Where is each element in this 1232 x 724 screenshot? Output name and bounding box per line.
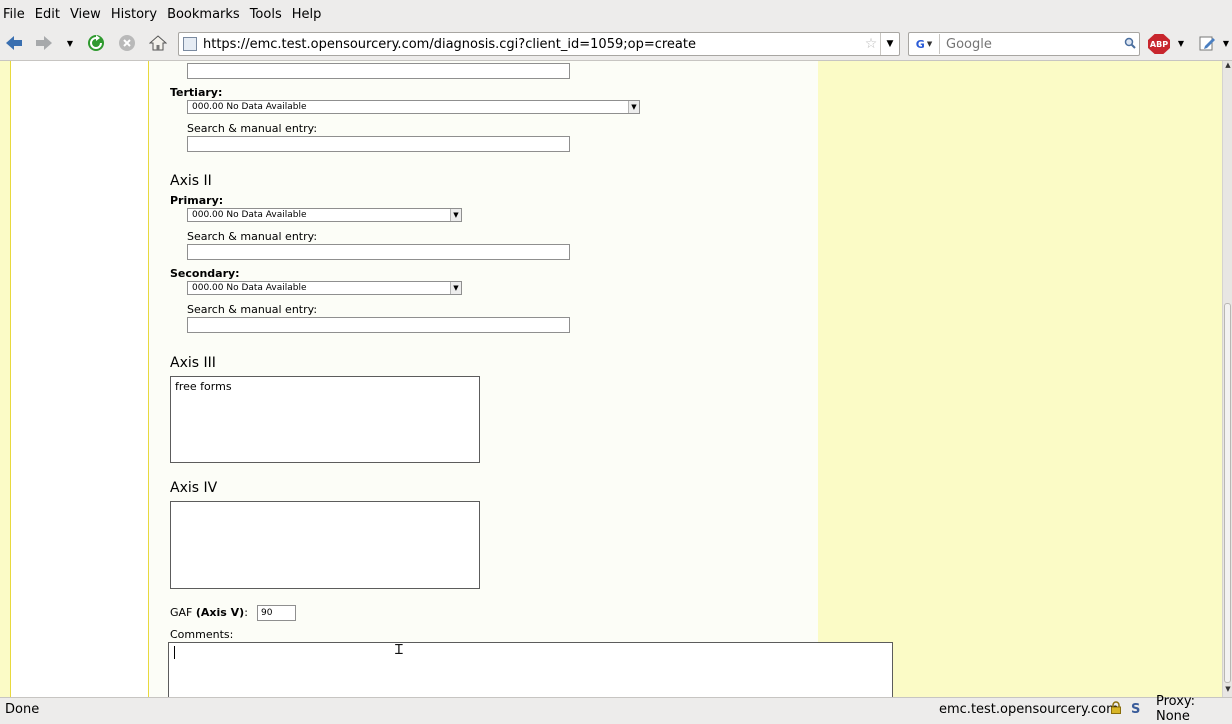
home-icon	[149, 35, 167, 51]
navigation-toolbar: ▼ https://emc.test.opensourcery.com/diag…	[0, 28, 1232, 61]
tertiary-select-value: 000.00 No Data Available	[192, 102, 307, 112]
chevron-down-icon: ▼	[450, 282, 461, 294]
back-button[interactable]	[3, 32, 25, 54]
scroll-up-arrow-icon[interactable]: ▲	[1223, 61, 1232, 73]
secondary-search-label: Search & manual entry:	[187, 303, 318, 316]
axis-iv-heading: Axis IV	[170, 480, 218, 496]
stop-icon	[119, 35, 135, 51]
status-host: emc.test.opensourcery.com	[939, 701, 1119, 717]
google-icon: G	[915, 37, 925, 51]
form-area: Tertiary: 000.00 No Data Available ▼ Sea…	[148, 61, 818, 697]
home-button[interactable]	[147, 32, 169, 54]
tertiary-label: Tertiary:	[170, 86, 223, 99]
status-bar: Done emc.test.opensourcery.com S Proxy: …	[0, 694, 1232, 724]
reload-icon	[88, 35, 104, 51]
menu-edit[interactable]: Edit	[31, 7, 66, 22]
page-viewport: Tertiary: 000.00 No Data Available ▼ Sea…	[0, 61, 1222, 697]
secondary-search-input[interactable]	[187, 317, 570, 333]
tertiary-search-input[interactable]	[187, 136, 570, 152]
status-text: Done	[5, 701, 40, 717]
primary-label: Primary:	[170, 194, 224, 207]
address-bar[interactable]: https://emc.test.opensourcery.com/diagno…	[178, 32, 900, 56]
search-bar[interactable]: G ▼	[908, 32, 1140, 56]
menu-help[interactable]: Help	[288, 7, 328, 22]
axis-iii-textarea[interactable]: free forms	[170, 376, 480, 463]
menu-file[interactable]: File	[0, 7, 31, 22]
search-icon[interactable]	[1121, 37, 1139, 52]
gaf-colon: :	[244, 606, 248, 619]
lock-icon[interactable]	[1110, 701, 1122, 717]
url-text[interactable]: https://emc.test.opensourcery.com/diagno…	[203, 37, 862, 52]
search-input[interactable]	[940, 35, 1121, 53]
text-caret	[174, 646, 175, 659]
menu-tools[interactable]: Tools	[246, 7, 288, 22]
axis-ii-secondary-select[interactable]: 000.00 No Data Available ▼	[187, 281, 462, 295]
reload-button[interactable]	[85, 32, 107, 54]
chevron-down-icon: ▼	[886, 39, 894, 49]
axis-ii-primary-select[interactable]: 000.00 No Data Available ▼	[187, 208, 462, 222]
chevron-down-icon: ▼	[66, 38, 74, 48]
s-extension-icon[interactable]: S	[1131, 702, 1140, 717]
menu-history[interactable]: History	[107, 7, 163, 22]
chevron-down-icon: ▼	[926, 40, 933, 48]
comments-textarea[interactable]	[168, 642, 893, 697]
forward-arrow-icon	[36, 36, 52, 50]
menu-bookmarks[interactable]: Bookmarks	[163, 7, 246, 22]
forward-button[interactable]	[33, 32, 55, 54]
gaf-input[interactable]: 90	[257, 605, 296, 621]
secondary-label: Secondary:	[170, 267, 240, 280]
vertical-scrollbar[interactable]: ▲ ▼	[1222, 61, 1232, 697]
toolbar-overflow-button[interactable]: ▼	[1220, 32, 1232, 54]
chevron-down-icon: ▼	[1222, 38, 1230, 48]
gaf-label-text: GAF	[170, 606, 193, 619]
bookmark-star-icon[interactable]: ☆	[862, 36, 880, 52]
menu-bar: File Edit View History Bookmarks Tools H…	[0, 0, 1232, 28]
text-cursor-icon: Ɪ	[395, 642, 403, 658]
axis-iii-heading: Axis III	[170, 355, 216, 371]
axis-iv-textarea[interactable]	[170, 501, 480, 589]
tertiary-search-label: Search & manual entry:	[187, 122, 318, 135]
comments-label: Comments:	[170, 628, 234, 641]
gaf-axis-label: (Axis V)	[195, 606, 245, 619]
menu-view[interactable]: View	[66, 7, 107, 22]
chevron-down-icon: ▼	[628, 101, 639, 113]
chevron-down-icon: ▼	[1177, 38, 1185, 48]
secondary-select-value: 000.00 No Data Available	[192, 283, 307, 293]
stop-button[interactable]	[116, 32, 138, 54]
primary-search-input[interactable]	[187, 244, 570, 260]
edit-page-button[interactable]	[1196, 32, 1218, 54]
adblock-menu-button[interactable]: ▼	[1173, 32, 1189, 54]
adblock-icon[interactable]: ABP	[1148, 34, 1170, 54]
primary-select-value: 000.00 No Data Available	[192, 210, 307, 220]
site-identity-icon[interactable]	[183, 37, 197, 51]
primary-search-label: Search & manual entry:	[187, 230, 318, 243]
url-history-dropdown[interactable]: ▼	[880, 33, 899, 55]
gaf-label: GAF (Axis V):	[170, 606, 248, 619]
search-engine-selector[interactable]: G ▼	[909, 34, 940, 54]
scrollbar-thumb[interactable]	[1224, 303, 1231, 683]
axis-ii-heading: Axis II	[170, 173, 212, 189]
previous-search-input[interactable]	[187, 63, 570, 79]
content-panel: Tertiary: 000.00 No Data Available ▼ Sea…	[10, 61, 818, 697]
history-dropdown-button[interactable]: ▼	[60, 32, 80, 54]
pencil-icon	[1199, 36, 1215, 51]
back-arrow-icon	[6, 36, 22, 50]
chevron-down-icon: ▼	[450, 209, 461, 221]
tertiary-select[interactable]: 000.00 No Data Available ▼	[187, 100, 640, 114]
